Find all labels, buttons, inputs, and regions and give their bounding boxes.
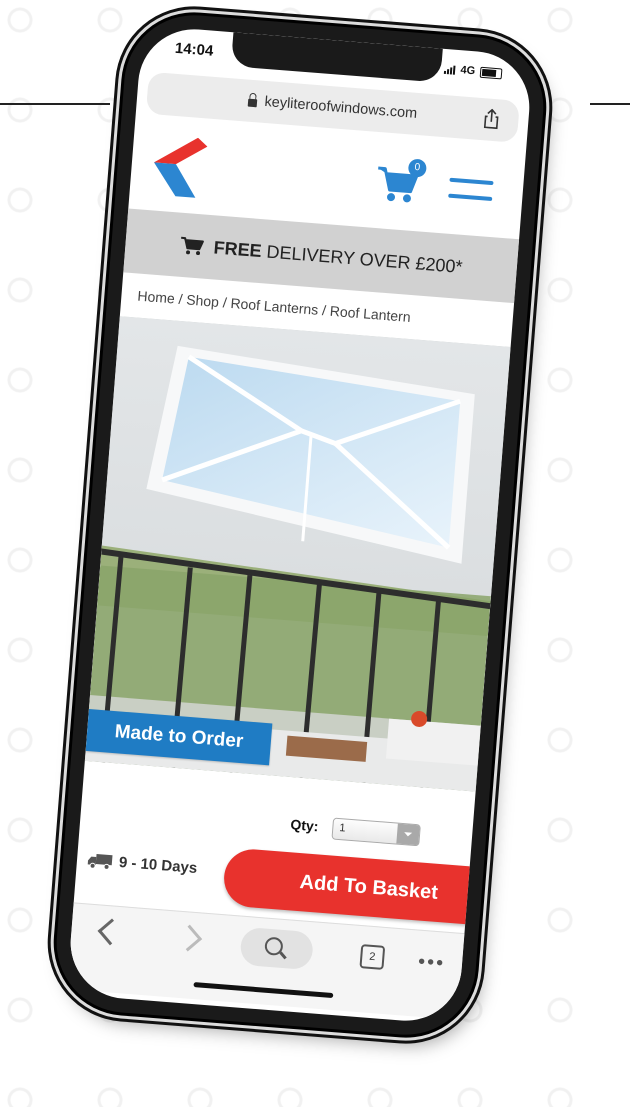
- more-icon[interactable]: •••: [417, 951, 446, 976]
- status-time: 14:04: [174, 39, 214, 60]
- search-icon: [264, 936, 284, 956]
- banner-bold: FREE: [213, 236, 263, 261]
- qty-select[interactable]: 1: [331, 817, 421, 847]
- banner-text: FREE DELIVERY OVER £200*: [213, 237, 463, 278]
- breadcrumb[interactable]: Home / Shop / Roof Lanterns / Roof Lante…: [137, 288, 411, 325]
- network-label: 4G: [460, 64, 476, 78]
- cart-count-badge: 0: [407, 158, 428, 178]
- search-button[interactable]: [239, 926, 315, 971]
- phone-screen: 14:04 4G keyliteroofwindows.com 0 FREE D…: [66, 25, 534, 1025]
- divider-line: [0, 103, 110, 105]
- banner-rest: DELIVERY OVER £200*: [265, 241, 464, 277]
- lock-icon: [248, 98, 258, 108]
- qty-label: Qty:: [289, 816, 320, 835]
- url-text: keyliteroofwindows.com: [263, 93, 418, 122]
- delivery-estimate: 9 - 10 Days: [86, 851, 198, 877]
- keylite-logo[interactable]: [143, 134, 208, 201]
- delivery-days: 9 - 10 Days: [118, 853, 198, 877]
- phone-mockup: 14:04 4G keyliteroofwindows.com 0 FREE D…: [51, 10, 549, 1040]
- status-indicators: 4G: [444, 63, 503, 79]
- tabs-button[interactable]: 2: [359, 944, 386, 970]
- share-icon[interactable]: [482, 108, 502, 130]
- cart-icon: [181, 236, 205, 256]
- chevron-down-icon: [396, 823, 420, 846]
- hamburger-menu-icon[interactable]: [448, 176, 494, 205]
- back-arrow-icon[interactable]: [97, 918, 125, 946]
- truck-icon: [87, 853, 113, 870]
- forward-arrow-icon[interactable]: [175, 924, 203, 952]
- qty-value: 1: [338, 822, 346, 835]
- signal-icon: [444, 64, 456, 75]
- divider-line: [590, 103, 630, 105]
- phone-frame: 14:04 4G keyliteroofwindows.com 0 FREE D…: [51, 10, 549, 1040]
- battery-icon: [479, 66, 503, 79]
- add-to-basket-button[interactable]: Add To Basket: [221, 847, 516, 928]
